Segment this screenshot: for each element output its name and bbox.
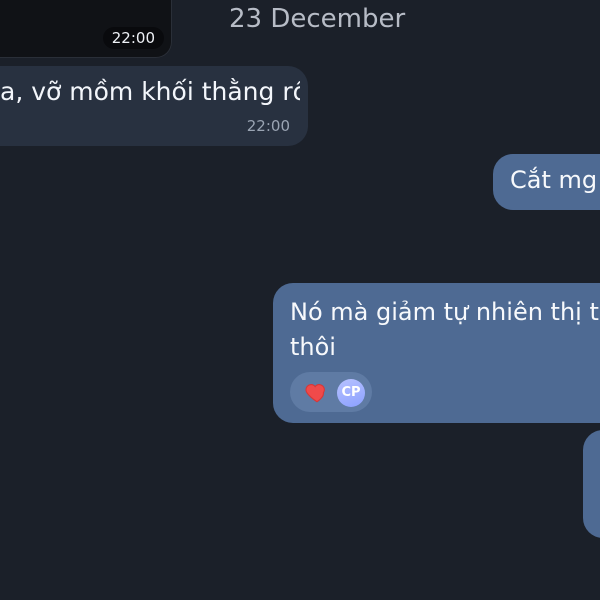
outgoing-message-edge[interactable] [583, 430, 600, 538]
date-separator: 23 December [229, 4, 406, 34]
heart-icon [305, 384, 325, 403]
outgoing-message-line-1: Nó mà giảm tự nhiên thị tr [290, 298, 600, 326]
avatar: CP [337, 379, 365, 407]
outgoing-message-short[interactable]: Cắt mg [493, 154, 600, 210]
outgoing-message-short-text: Cắt mg [510, 166, 598, 194]
incoming-message-text: a, vỡ mồm khối thằng rồi [0, 77, 300, 106]
media-message[interactable]: 22:00 [0, 0, 172, 58]
outgoing-message-long-text: Nó mà giảm tự nhiên thị tr thôi [290, 295, 600, 365]
incoming-message[interactable]: a, vỡ mồm khối thằng rồi 22:00 [0, 66, 308, 146]
reaction-pill[interactable]: CP [290, 372, 372, 412]
outgoing-message-long[interactable]: Nó mà giảm tự nhiên thị tr thôi CP [273, 283, 600, 423]
chat-window: 22:00 23 December a, vỡ mồm khối thằng r… [0, 0, 600, 600]
outgoing-message-line-2: thôi [290, 332, 336, 361]
incoming-message-time: 22:00 [246, 117, 290, 135]
media-message-time: 22:00 [102, 26, 164, 49]
